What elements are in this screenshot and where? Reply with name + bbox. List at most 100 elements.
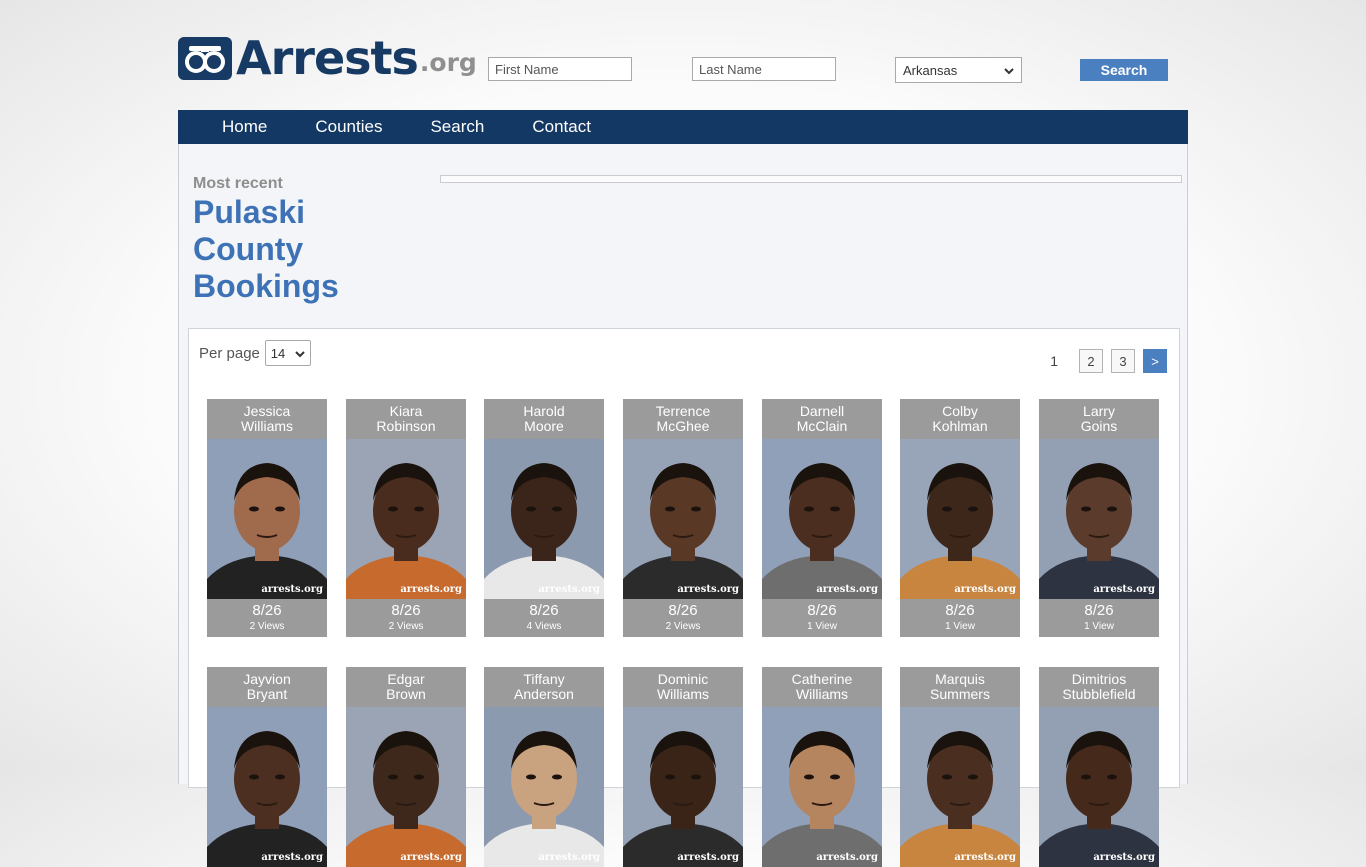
last-name: Moore [524,418,564,434]
view-count: 1 View [1084,621,1114,632]
page-3-button[interactable]: 3 [1111,349,1135,373]
bookings-panel: Per page 14 1 2 3 > Jessica Williams arres… [188,328,1180,867]
first-name: Edgar [387,671,425,687]
chevron-down-icon [1004,63,1014,78]
last-name: Kohlman [932,418,988,434]
last-name: Anderson [514,686,574,702]
booking-name[interactable]: Darnell McClain [762,399,882,439]
booking-card[interactable]: Terrence McGhee arrests.org 8/26 2 Views [623,399,743,637]
mugshot-photo[interactable]: arrests.org [207,707,327,867]
mugshot-photo[interactable]: arrests.org [762,439,882,599]
mugshot-photo[interactable]: arrests.org [762,707,882,867]
last-name: Williams [240,418,294,434]
mugshot-photo[interactable]: arrests.org [484,707,604,867]
first-name: Darnell [799,403,845,419]
first-name-input[interactable] [488,57,632,81]
watermark: arrests.org [816,584,878,595]
booking-name[interactable]: Jessica Williams [207,399,327,439]
booking-card[interactable]: Dominic Williams arrests.org [623,667,743,867]
state-select-value: Arkansas [903,62,958,78]
booking-card[interactable]: Edgar Brown arrests.org [346,667,466,867]
nav-counties[interactable]: Counties [315,117,382,137]
booking-card[interactable]: Tiffany Anderson arrests.org [484,667,604,867]
mugshot-photo[interactable]: arrests.org [484,439,604,599]
first-name: Marquis [935,671,985,687]
view-count: 4 Views [526,621,562,632]
booking-card[interactable]: Dimitrios Stubblefield arrests.org [1039,667,1159,867]
watermark: arrests.org [261,852,323,863]
booking-card[interactable]: Darnell McClain arrests.org 8/26 1 View [762,399,882,637]
booking-name[interactable]: Edgar Brown [346,667,466,707]
page-title: Pulaski County Bookings [193,194,339,304]
watermark: arrests.org [400,852,462,863]
chevron-down-icon [295,346,305,361]
per-page-label: Per page [199,344,260,362]
first-name: Colby [942,403,978,419]
booking-card[interactable]: Jessica Williams arrests.org 8/26 2 Views [207,399,327,637]
booking-name[interactable]: Larry Goins [1039,399,1159,439]
state-select[interactable]: Arkansas [895,57,1022,83]
nav-contact[interactable]: Contact [532,117,591,137]
booking-name[interactable]: Jayvion Bryant [207,667,327,707]
booking-name[interactable]: Catherine Williams [762,667,882,707]
mugshot-photo[interactable]: arrests.org [1039,707,1159,867]
booking-date: 8/26 [807,602,837,619]
last-name: Robinson [376,418,436,434]
watermark: arrests.org [816,852,878,863]
booking-name[interactable]: Harold Moore [484,399,604,439]
per-page-select[interactable]: 14 [264,340,311,366]
mugshot-photo[interactable]: arrests.org [623,439,743,599]
booking-card[interactable]: Larry Goins arrests.org 8/26 1 View [1039,399,1159,637]
booking-card[interactable]: Catherine Williams arrests.org [762,667,882,867]
view-count: 2 Views [388,621,424,632]
page-2-button[interactable]: 2 [1079,349,1103,373]
search-button[interactable]: Search [1080,59,1168,81]
main-nav: Home Counties Search Contact [178,110,1188,144]
first-name: Terrence [655,403,711,419]
booking-name[interactable]: Kiara Robinson [346,399,466,439]
last-name: Williams [795,686,849,702]
first-name: Catherine [791,671,853,687]
view-count: 1 View [945,621,975,632]
mugshot-photo[interactable]: arrests.org [346,707,466,867]
last-name: McClain [796,418,848,434]
booking-card[interactable]: Colby Kohlman arrests.org 8/26 1 View [900,399,1020,637]
last-name: Goins [1080,418,1118,434]
watermark: arrests.org [1093,584,1155,595]
watermark: arrests.org [954,584,1016,595]
mugshot-photo[interactable]: arrests.org [900,707,1020,867]
ad-placeholder [440,175,1182,183]
first-name: Jessica [243,403,291,419]
handcuffs-icon [178,37,232,80]
nav-home[interactable]: Home [222,117,267,137]
content-area: Most recent Pulaski County Bookings Per … [178,144,1188,867]
last-name-input[interactable] [692,57,836,81]
mugshot-photo[interactable]: arrests.org [900,439,1020,599]
watermark: arrests.org [538,852,600,863]
booking-name[interactable]: Dominic Williams [623,667,743,707]
last-name: Bryant [246,686,288,702]
first-name: Larry [1083,403,1115,419]
booking-card[interactable]: Harold Moore arrests.org 8/26 4 Views [484,399,604,637]
booking-card[interactable]: Marquis Summers arrests.org [900,667,1020,867]
mugshot-photo[interactable]: arrests.org [346,439,466,599]
per-page-control: Per page 14 [199,340,311,366]
view-count: 1 View [807,621,837,632]
mugshot-photo[interactable]: arrests.org [1039,439,1159,599]
mugshot-photo[interactable]: arrests.org [207,439,327,599]
booking-name[interactable]: Colby Kohlman [900,399,1020,439]
first-name: Dominic [657,671,709,687]
watermark: arrests.org [538,584,600,595]
booking-name[interactable]: Terrence McGhee [623,399,743,439]
site-logo[interactable]: Arrests .org [178,35,477,81]
booking-card[interactable]: Kiara Robinson arrests.org 8/26 2 Views [346,399,466,637]
booking-name[interactable]: Dimitrios Stubblefield [1039,667,1159,707]
booking-name[interactable]: Tiffany Anderson [484,667,604,707]
booking-date: 8/26 [1084,602,1114,619]
mugshot-photo[interactable]: arrests.org [623,707,743,867]
next-page-button[interactable]: > [1143,349,1167,373]
booking-name[interactable]: Marquis Summers [900,667,1020,707]
last-name: Summers [930,686,990,702]
nav-search[interactable]: Search [430,117,484,137]
booking-card[interactable]: Jayvion Bryant arrests.org [207,667,327,867]
